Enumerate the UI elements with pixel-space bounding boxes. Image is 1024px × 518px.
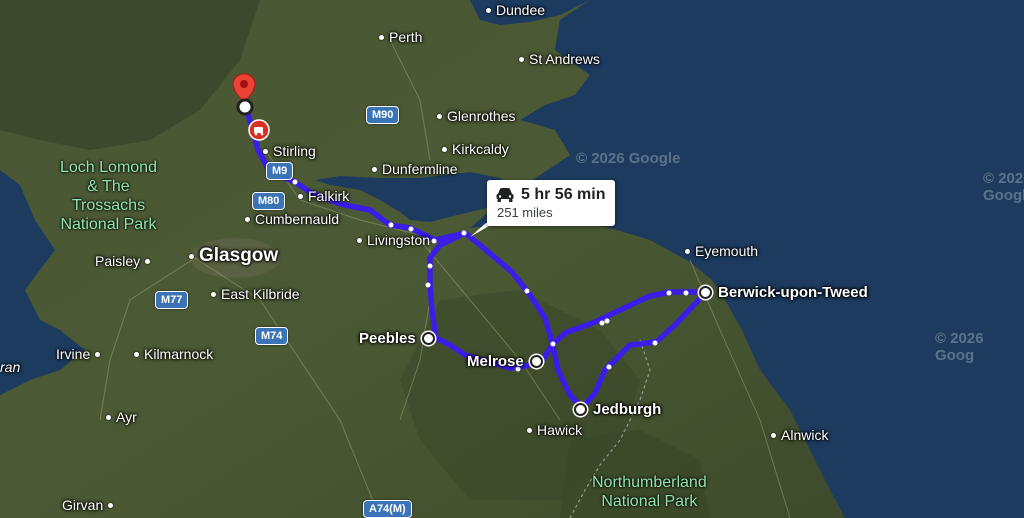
- city-dot: [95, 351, 101, 357]
- city-label-perth[interactable]: Perth: [379, 29, 422, 45]
- city-dot: [245, 216, 250, 222]
- city-dot: [106, 414, 111, 420]
- city-label-dundee[interactable]: Dundee: [486, 2, 545, 18]
- city-dot: [211, 291, 216, 297]
- city-label-hawick[interactable]: Hawick: [527, 422, 582, 438]
- city-label-dunfermline[interactable]: Dunfermline: [372, 161, 457, 177]
- city-label-falkirk[interactable]: Falkirk: [298, 188, 349, 204]
- city-label-east-kilbride[interactable]: East Kilbride: [211, 286, 300, 302]
- city-dot: [486, 7, 491, 13]
- road-shield-m90: M90: [366, 106, 400, 124]
- city-label-st-andrews[interactable]: St Andrews: [519, 51, 600, 67]
- road-shield-m80: M80: [252, 192, 286, 210]
- city-dot: [685, 248, 690, 254]
- city-dot: [189, 253, 194, 259]
- city-dot: [771, 432, 776, 438]
- copyright-watermark: © 2026 Goog: [935, 330, 984, 364]
- copyright-watermark: © 2026 Google: [983, 170, 1024, 204]
- city-label-eyemouth[interactable]: Eyemouth: [685, 243, 758, 259]
- road-shield-a74m: A74(M): [363, 500, 412, 518]
- city-dot: [527, 427, 532, 433]
- copyright-watermark: © 2026 Google: [576, 150, 681, 167]
- city-label-ayr[interactable]: Ayr: [106, 409, 137, 425]
- city-label-partial: ran: [0, 359, 21, 375]
- car-icon: [496, 188, 514, 202]
- city-label-paisley[interactable]: Paisley: [95, 253, 151, 269]
- stop-marker: [421, 332, 435, 345]
- city-dot: [134, 351, 139, 357]
- park-label-northumberland[interactable]: Northumberland National Park: [592, 473, 707, 511]
- city-label-glasgow[interactable]: Glasgow: [189, 245, 278, 267]
- city-label-cumbernauld[interactable]: Cumbernauld: [245, 211, 339, 227]
- city-label-livingston[interactable]: Livingston: [357, 232, 430, 248]
- city-label-girvan[interactable]: Girvan: [62, 497, 114, 513]
- stop-berwick[interactable]: Berwick-upon-Tweed: [699, 284, 868, 301]
- satellite-terrain: [0, 0, 1024, 518]
- park-label-loch-lomond[interactable]: Loch Lomond & The Trossachs National Par…: [60, 158, 157, 234]
- city-dot: [379, 34, 384, 40]
- city-dot: [442, 146, 447, 152]
- route-distance: 251 miles: [497, 205, 553, 220]
- city-label-kilmarnock[interactable]: Kilmarnock: [134, 346, 213, 362]
- city-dot: [263, 148, 268, 154]
- stop-peebles[interactable]: Peebles: [359, 330, 435, 347]
- stop-marker: [529, 355, 543, 368]
- traffic-incident-icon[interactable]: [248, 119, 270, 141]
- route-duration: 5 hr 56 min: [521, 186, 606, 203]
- city-dot: [108, 502, 114, 508]
- city-dot: [298, 193, 303, 199]
- city-label-kirkcaldy[interactable]: Kirkcaldy: [442, 141, 509, 157]
- city-label-irvine[interactable]: Irvine: [56, 346, 101, 362]
- stop-marker: [699, 286, 712, 299]
- map-view[interactable]: Dundee Perth St Andrews Glenrothes Kirkc…: [0, 0, 1024, 518]
- origin-marker-icon[interactable]: [236, 98, 254, 116]
- city-dot: [357, 237, 362, 243]
- stop-melrose[interactable]: Melrose: [467, 353, 543, 370]
- city-label-stirling[interactable]: Stirling: [263, 143, 316, 159]
- city-dot: [145, 258, 151, 264]
- city-dot: [437, 113, 442, 119]
- road-shield-m9: M9: [266, 162, 294, 180]
- stop-marker: [574, 403, 587, 416]
- city-dot: [519, 56, 524, 62]
- city-label-glenrothes[interactable]: Glenrothes: [437, 108, 515, 124]
- road-shield-m74: M74: [255, 327, 289, 345]
- city-dot: [372, 166, 377, 172]
- route-info-callout[interactable]: 5 hr 56 min 251 miles: [487, 180, 615, 226]
- stop-jedburgh[interactable]: Jedburgh: [574, 401, 661, 418]
- city-label-alnwick[interactable]: Alnwick: [771, 427, 828, 443]
- road-shield-m77: M77: [155, 291, 189, 309]
